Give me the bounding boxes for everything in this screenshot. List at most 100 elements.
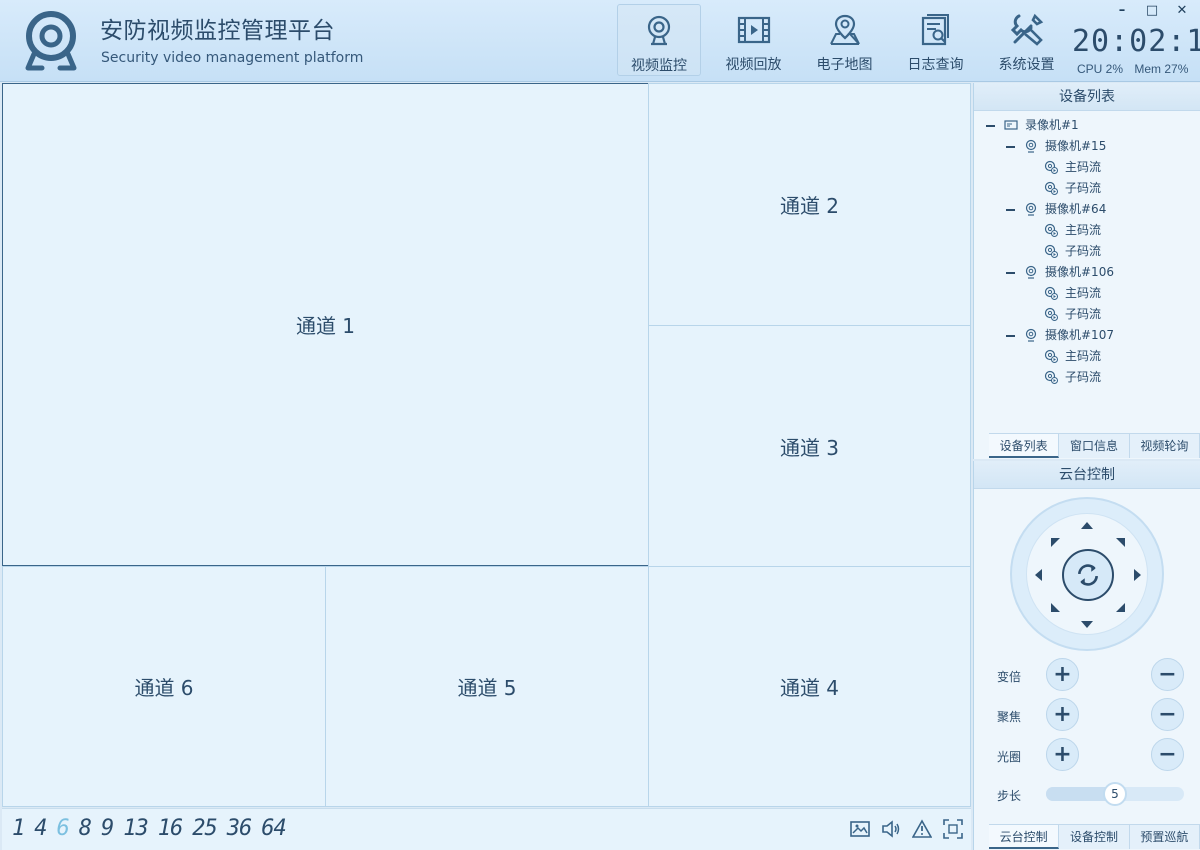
step-slider[interactable]: 5 xyxy=(1046,782,1184,806)
layout-option-6[interactable]: 6 xyxy=(57,816,70,841)
ptz-down-left-icon[interactable] xyxy=(1051,603,1060,612)
tree-camera-item[interactable]: 摄像机#107 xyxy=(974,325,1200,346)
cpu-usage: CPU 2% xyxy=(1077,62,1124,76)
layout-option-4[interactable]: 4 xyxy=(34,816,47,841)
ptz-down-right-icon[interactable] xyxy=(1116,603,1125,612)
window-controls: – □ ✕ xyxy=(1114,3,1190,18)
layout-option-25[interactable]: 25 xyxy=(192,816,217,841)
channel-5[interactable]: 通道 5 xyxy=(325,566,649,807)
tree-item-label: 主码流 xyxy=(1065,223,1102,237)
collapse-icon[interactable] xyxy=(1006,209,1015,211)
layout-selector: 1 4 6 8 9 13 16 25 36 64 xyxy=(12,816,296,841)
ptz-panel-title: 云台控制 xyxy=(974,461,1200,489)
iris-plus-button[interactable]: + xyxy=(1046,738,1079,771)
channel-4[interactable]: 通道 4 xyxy=(648,566,971,807)
stream-icon xyxy=(1044,244,1058,258)
nav-label: 视频回放 xyxy=(725,57,782,73)
tree-stream-item[interactable]: 子码流 xyxy=(974,367,1200,388)
image-icon[interactable] xyxy=(850,819,870,839)
tree-camera-item[interactable]: 摄像机#15 xyxy=(974,136,1200,157)
iris-label: 光圈 xyxy=(997,750,1022,764)
layout-option-36[interactable]: 36 xyxy=(227,816,252,841)
speaker-icon[interactable] xyxy=(881,819,901,839)
nav-label: 电子地图 xyxy=(816,57,873,73)
device-panel-title: 设备列表 xyxy=(974,83,1200,111)
tree-camera-item[interactable]: 摄像机#64 xyxy=(974,199,1200,220)
tree-stream-item[interactable]: 主码流 xyxy=(974,220,1200,241)
nav-log-query[interactable]: 日志查询 xyxy=(890,4,981,76)
tree-recorder-item[interactable]: 录像机#1 xyxy=(974,115,1200,136)
ptz-up-right-icon[interactable] xyxy=(1116,538,1125,547)
channel-1[interactable]: 通道 1 xyxy=(2,83,649,566)
zoom-in-button[interactable]: + xyxy=(1046,658,1079,691)
layout-option-64[interactable]: 64 xyxy=(261,816,286,841)
collapse-icon[interactable] xyxy=(1006,272,1015,274)
channel-6[interactable]: 通道 6 xyxy=(2,566,326,807)
tree-item-label: 子码流 xyxy=(1065,244,1102,258)
alarm-icon[interactable] xyxy=(912,819,932,839)
camera-icon xyxy=(647,15,671,46)
stream-icon xyxy=(1044,370,1058,384)
collapse-icon[interactable] xyxy=(1006,146,1015,148)
nav-video-monitor[interactable]: 视频监控 xyxy=(617,4,701,76)
ptz-inner-ring xyxy=(1026,513,1148,635)
collapse-icon[interactable] xyxy=(986,125,995,127)
layout-option-9[interactable]: 9 xyxy=(101,816,114,841)
tree-item-label: 摄像机#15 xyxy=(1045,139,1107,153)
log-search-icon xyxy=(921,14,949,46)
channel-2[interactable]: 通道 2 xyxy=(648,83,971,326)
ptz-up-icon[interactable] xyxy=(1081,522,1093,529)
layout-option-13[interactable]: 13 xyxy=(123,816,148,841)
nav-video-playback[interactable]: 视频回放 xyxy=(708,4,799,76)
iris-control: 光圈 + − xyxy=(974,738,1200,774)
focus-plus-button[interactable]: + xyxy=(1046,698,1079,731)
nav-label: 日志查询 xyxy=(907,57,964,73)
webcam-logo-icon xyxy=(25,11,77,71)
tab-ptz-control[interactable]: 云台控制 xyxy=(989,825,1060,849)
device-panel-tabs: 设备列表 窗口信息 视频轮询 xyxy=(989,433,1200,458)
iris-minus-button[interactable]: − xyxy=(1151,738,1184,771)
tree-stream-item[interactable]: 主码流 xyxy=(974,283,1200,304)
nav-system-settings[interactable]: 系统设置 xyxy=(981,4,1072,76)
tab-window-info[interactable]: 窗口信息 xyxy=(1059,434,1130,458)
ptz-right-icon[interactable] xyxy=(1134,569,1141,581)
tree-item-label: 主码流 xyxy=(1065,349,1102,363)
tree-stream-item[interactable]: 子码流 xyxy=(974,178,1200,199)
ptz-reset-button[interactable] xyxy=(1062,549,1114,601)
maximize-icon[interactable]: □ xyxy=(1144,3,1160,18)
step-slider-knob[interactable]: 5 xyxy=(1103,782,1127,806)
tree-stream-item[interactable]: 主码流 xyxy=(974,157,1200,178)
ptz-up-left-icon[interactable] xyxy=(1051,538,1060,547)
tree-stream-item[interactable]: 主码流 xyxy=(974,346,1200,367)
tab-device-list[interactable]: 设备列表 xyxy=(989,434,1060,458)
stream-icon xyxy=(1044,307,1058,321)
tree-item-label: 主码流 xyxy=(1065,286,1102,300)
app-subtitle: Security video management platform xyxy=(101,50,364,66)
ptz-down-icon[interactable] xyxy=(1081,621,1093,628)
tree-stream-item[interactable]: 子码流 xyxy=(974,241,1200,262)
tree-stream-item[interactable]: 子码流 xyxy=(974,304,1200,325)
zoom-out-button[interactable]: − xyxy=(1151,658,1184,691)
tree-camera-item[interactable]: 摄像机#106 xyxy=(974,262,1200,283)
layout-option-8[interactable]: 8 xyxy=(79,816,92,841)
collapse-icon[interactable] xyxy=(1006,335,1015,337)
tab-video-polling[interactable]: 视频轮询 xyxy=(1129,434,1200,458)
channel-3[interactable]: 通道 3 xyxy=(648,325,971,567)
tab-preset-cruise[interactable]: 预置巡航 xyxy=(1129,825,1200,849)
tab-device-control[interactable]: 设备控制 xyxy=(1059,825,1130,849)
layout-option-16[interactable]: 16 xyxy=(158,816,183,841)
stream-icon xyxy=(1044,160,1058,174)
tree-item-label: 摄像机#107 xyxy=(1045,328,1114,342)
fullscreen-icon[interactable] xyxy=(943,819,963,839)
layout-option-1[interactable]: 1 xyxy=(12,816,25,841)
device-panel: 设备列表 录像机#1 摄像机#15 主码流 子码流 摄像机#64 主码流 子码流 摄像机#10… xyxy=(973,83,1200,459)
focus-minus-button[interactable]: − xyxy=(1151,698,1184,731)
ptz-left-icon[interactable] xyxy=(1035,569,1042,581)
minimize-icon[interactable]: – xyxy=(1114,3,1130,18)
tree-item-label: 主码流 xyxy=(1065,160,1102,174)
nav-e-map[interactable]: 电子地图 xyxy=(799,4,890,76)
ptz-direction-pad xyxy=(1010,497,1164,651)
close-icon[interactable]: ✕ xyxy=(1174,3,1190,18)
video-grid: 通道 1 通道 2 通道 3 通道 4 通道 5 通道 6 xyxy=(2,83,971,807)
app-title: 安防视频监控管理平台 xyxy=(100,18,335,44)
